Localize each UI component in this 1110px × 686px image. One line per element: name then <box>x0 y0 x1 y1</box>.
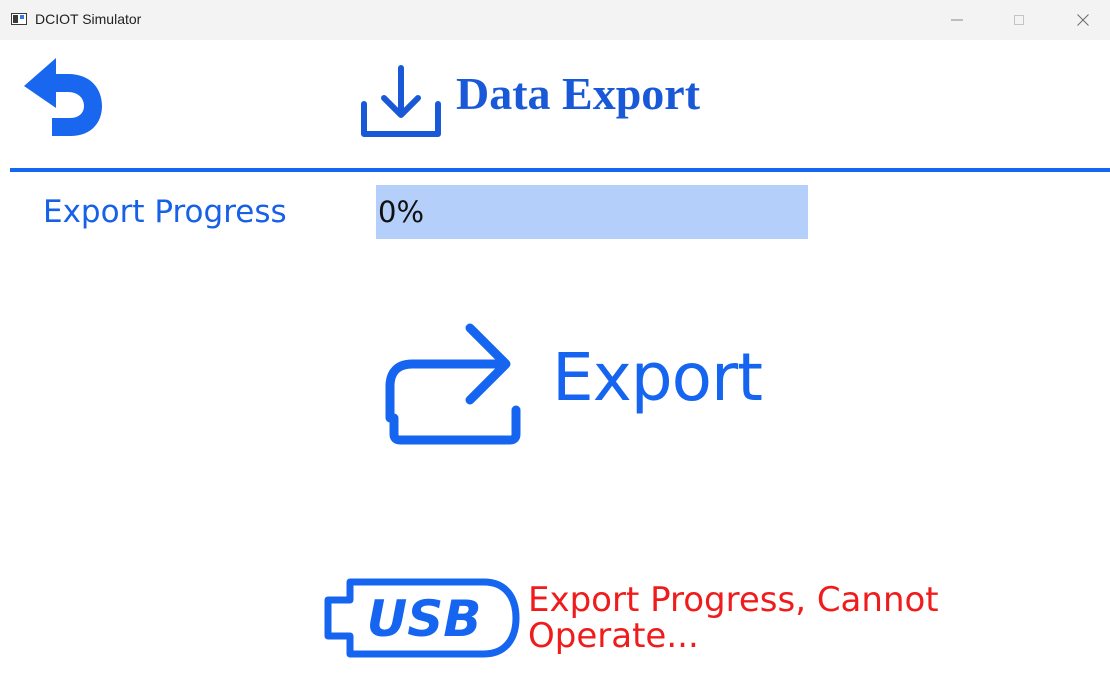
maximize-icon <box>1014 15 1024 25</box>
window-title: DCIOT Simulator <box>35 11 142 27</box>
share-forward-icon <box>385 323 521 445</box>
export-progress-value: 0% <box>378 195 425 229</box>
app-window-icon <box>11 13 27 25</box>
usb-status-message: Export Progress, Cannot Operate... <box>528 580 939 656</box>
close-button[interactable] <box>1060 0 1106 40</box>
usb-icon: USB <box>324 578 520 658</box>
close-icon <box>1077 14 1089 26</box>
download-tray-icon <box>361 65 441 137</box>
page-title: Data Export <box>456 68 701 119</box>
back-button[interactable] <box>16 52 104 138</box>
svg-text:USB: USB <box>367 590 482 648</box>
app-window: DCIOT Simulator Data Export Export Progr… <box>0 0 1110 686</box>
header-divider <box>10 168 1110 172</box>
export-progress-bar: 0% <box>376 185 808 239</box>
minimize-button[interactable] <box>934 0 980 40</box>
maximize-button[interactable] <box>996 0 1042 40</box>
export-button-label: Export <box>552 339 763 416</box>
export-progress-label: Export Progress <box>43 194 287 230</box>
minimize-icon <box>951 19 963 21</box>
export-button[interactable]: Export <box>380 310 810 450</box>
window-titlebar[interactable]: DCIOT Simulator <box>0 0 1110 40</box>
undo-arrow-icon <box>24 58 102 136</box>
